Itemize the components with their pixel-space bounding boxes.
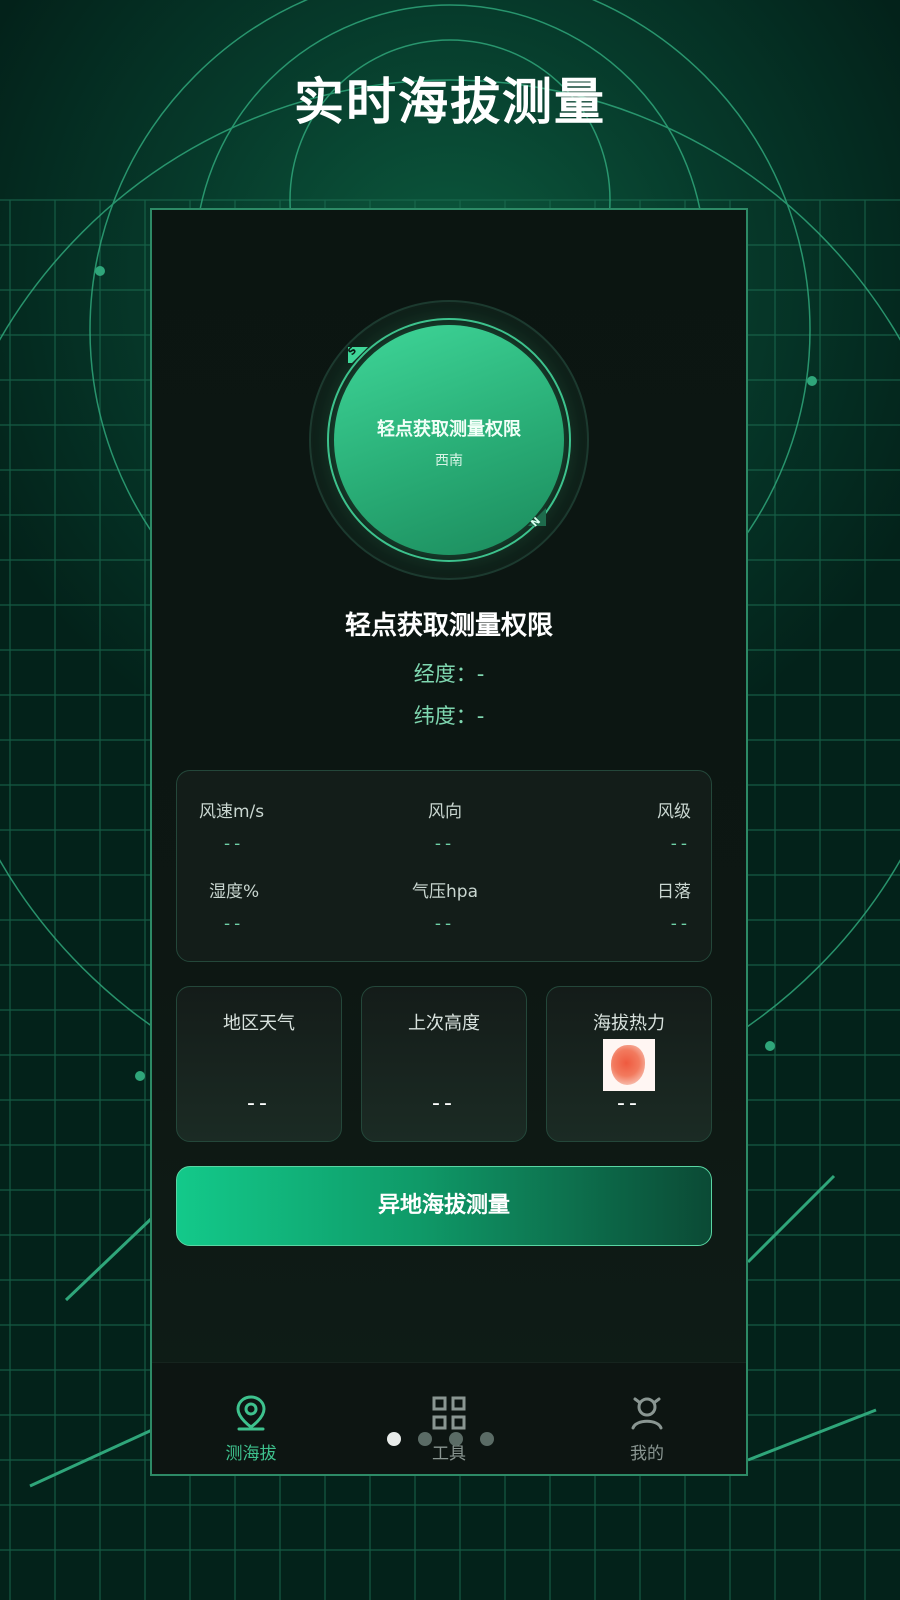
- remote-altitude-button[interactable]: 异地海拔测量: [176, 1166, 712, 1246]
- grid-icon: [432, 1396, 466, 1430]
- page-dot-3[interactable]: [449, 1432, 463, 1446]
- app-screen: 轻点获取测量权限 西南 S N 轻点获取测量权限 经度：- 纬度：- 风速m/s…: [150, 208, 748, 1476]
- last-height-label: 上次高度: [408, 1013, 480, 1034]
- pressure-value: --: [434, 914, 456, 934]
- tab-measure-altitude-label: 测海拔: [225, 1444, 277, 1464]
- humidity-label: 湿度%: [209, 882, 260, 902]
- tab-mine[interactable]: 我的: [548, 1373, 746, 1464]
- page-dot-1[interactable]: [387, 1432, 401, 1446]
- sunset-label: 日落: [657, 882, 691, 902]
- dial-direction: 西南: [435, 453, 463, 469]
- humidity-cell: 湿度% --: [209, 877, 349, 934]
- tab-mine-label: 我的: [630, 1444, 664, 1464]
- pressure-cell: 气压hpa --: [375, 877, 515, 934]
- status-title[interactable]: 轻点获取测量权限: [152, 605, 746, 642]
- wind-speed-value: --: [224, 834, 245, 854]
- page-dot-4[interactable]: [480, 1432, 494, 1446]
- humidity-value: --: [224, 914, 245, 934]
- user-icon: [631, 1397, 663, 1430]
- bottom-tab-bar: 测海拔 工具 我的: [152, 1362, 746, 1474]
- wind-speed-cell: 风速m/s --: [199, 797, 339, 854]
- weather-card: 风速m/s -- 风向 -- 风级 -- 湿度% -- 气压hpa -- 日落 …: [176, 770, 712, 962]
- sunset-cell: 日落 --: [551, 877, 691, 934]
- location-pin-icon: [236, 1395, 266, 1431]
- wind-direction-cell: 风向 --: [375, 797, 515, 854]
- sunset-value: --: [670, 914, 691, 934]
- altitude-heatmap-value: --: [617, 1091, 641, 1116]
- longitude-text: 经度：-: [413, 662, 485, 686]
- altitude-heatmap-label: 海拔热力: [593, 1013, 665, 1034]
- region-weather-card[interactable]: 地区天气 --: [176, 986, 342, 1142]
- wind-direction-label: 风向: [428, 802, 462, 822]
- wind-speed-label: 风速m/s: [199, 802, 265, 822]
- altitude-heatmap-card[interactable]: 海拔热力 --: [546, 986, 712, 1142]
- tab-tools-label: 工具: [432, 1444, 466, 1464]
- wind-level-cell: 风级 --: [551, 797, 691, 854]
- page-dot-2[interactable]: [418, 1432, 432, 1446]
- pressure-label: 气压hpa: [412, 882, 478, 902]
- tab-measure-altitude[interactable]: 测海拔: [152, 1373, 350, 1464]
- wind-direction-value: --: [434, 834, 456, 854]
- last-height-value: --: [432, 1091, 456, 1116]
- heatmap-thumbnail-icon: [603, 1039, 655, 1091]
- last-height-card[interactable]: 上次高度 --: [361, 986, 527, 1142]
- latitude-text: 纬度：-: [413, 704, 485, 728]
- wind-level-label: 风级: [657, 802, 691, 822]
- region-weather-label: 地区天气: [223, 1013, 295, 1034]
- tab-tools[interactable]: 工具: [350, 1373, 548, 1464]
- region-weather-value: --: [247, 1091, 271, 1116]
- wind-level-value: --: [670, 834, 691, 854]
- page-headline: 实时海拔测量: [294, 73, 606, 131]
- dial-title: 轻点获取测量权限: [377, 419, 521, 440]
